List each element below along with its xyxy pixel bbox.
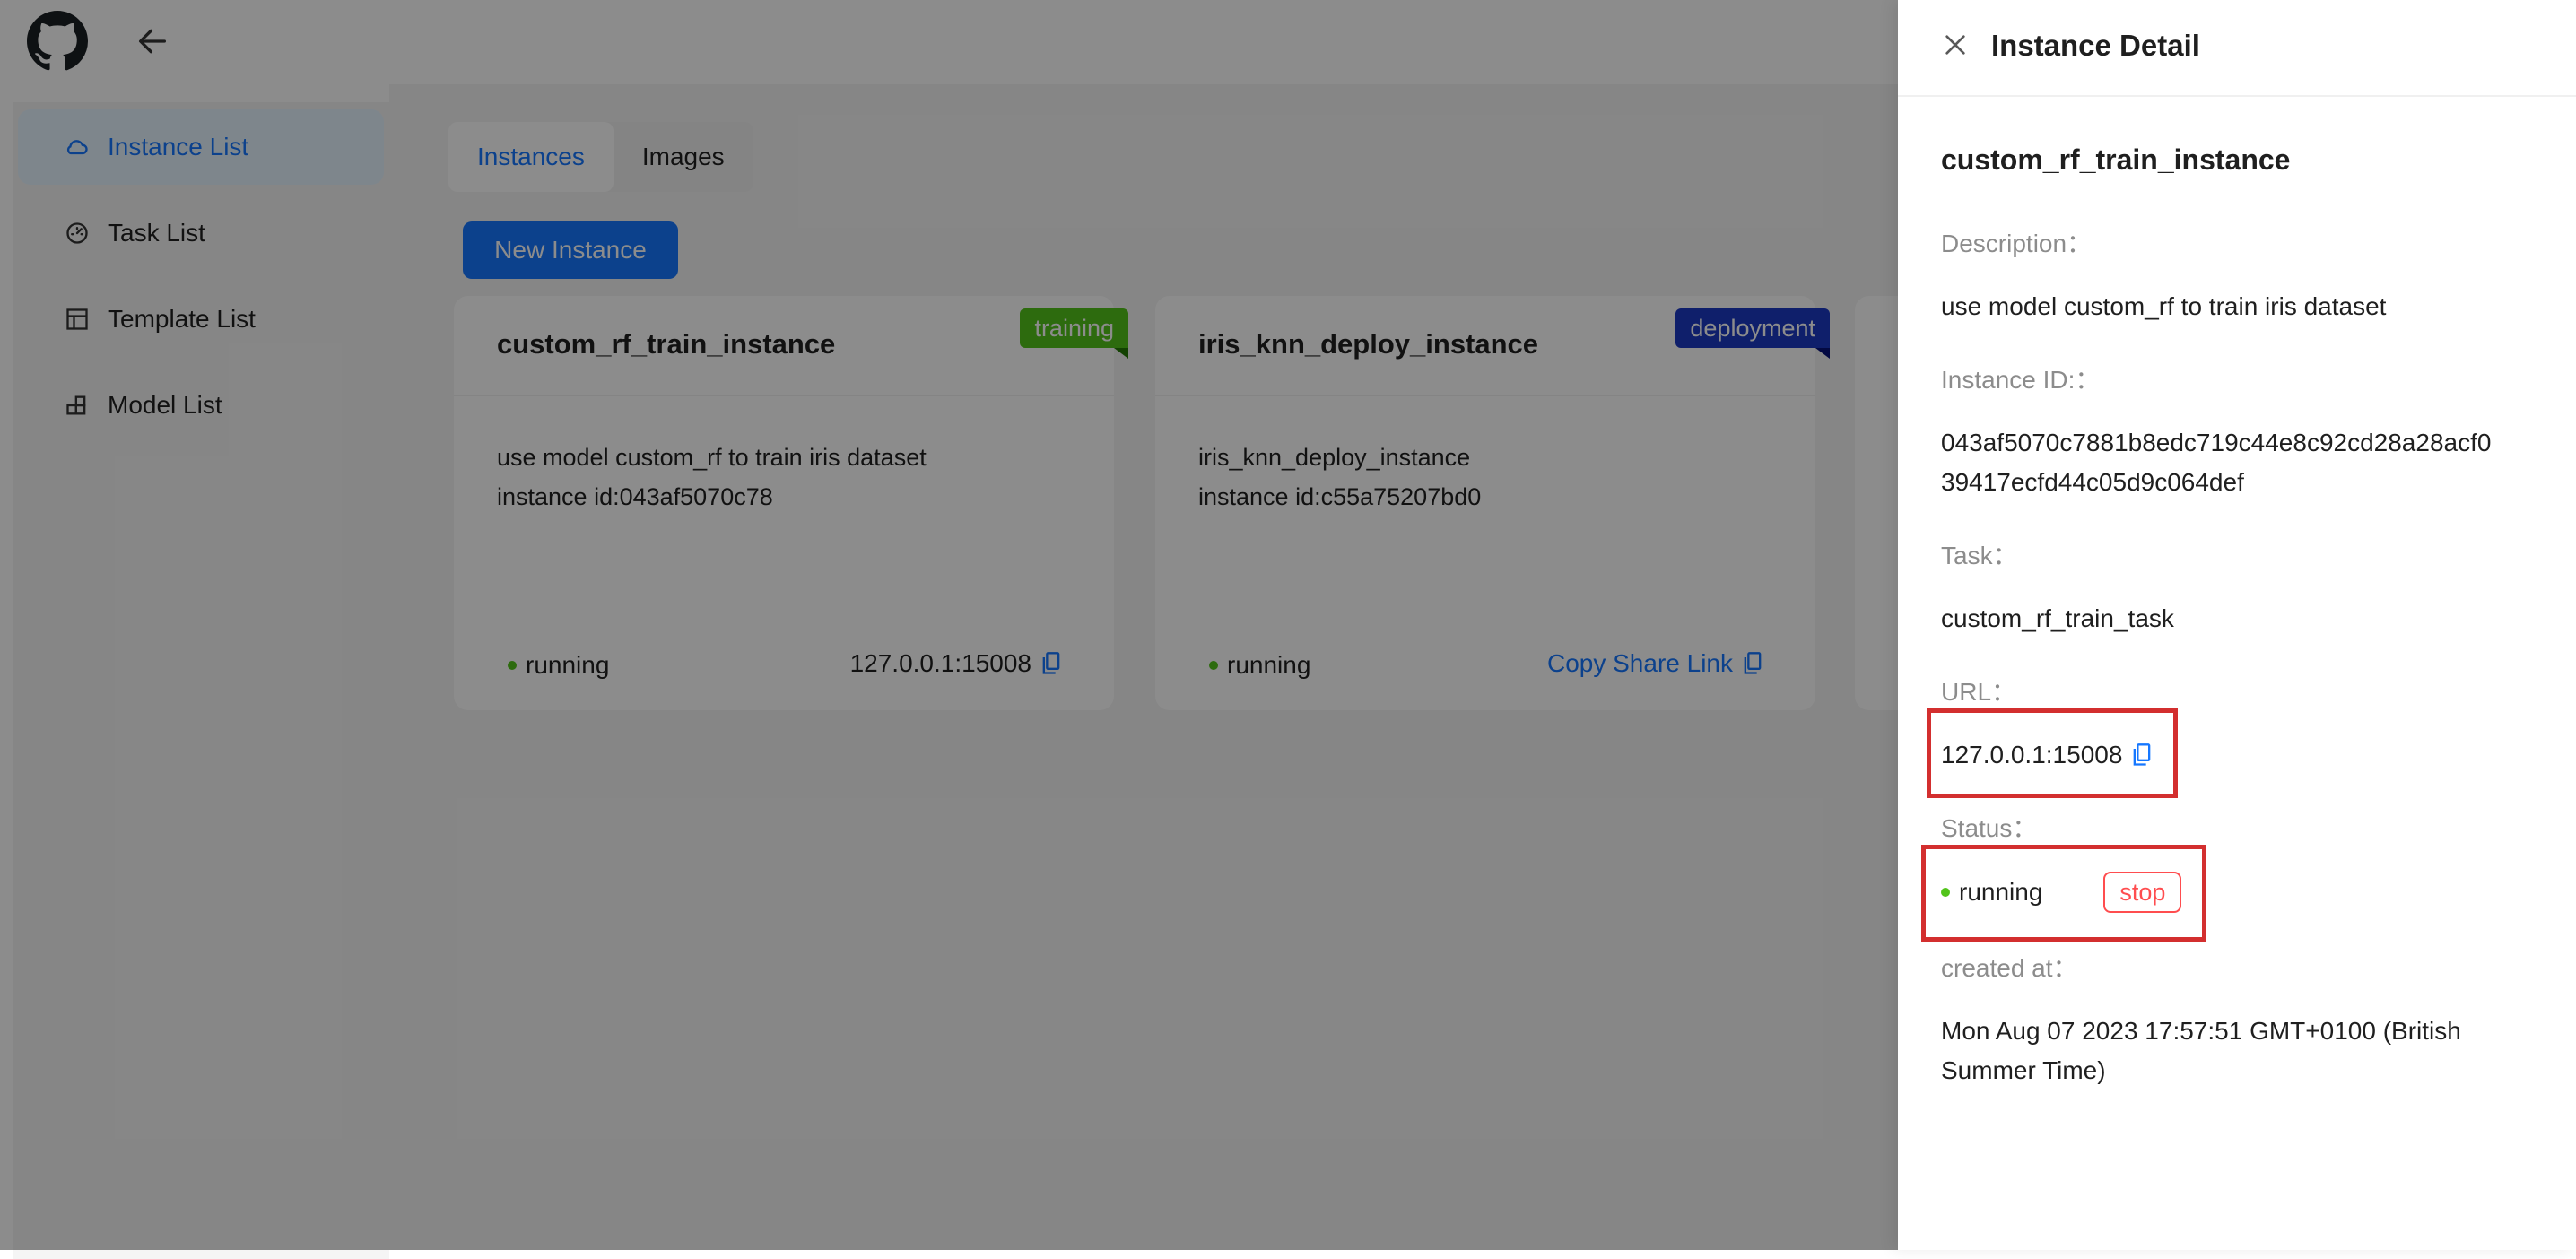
instance-detail-drawer: Instance Detail custom_rf_train_instance… [1898,0,2576,1250]
task-label: Task： [1941,542,2018,569]
instance-id-line: 39417ecfd44c05d9c064def [1941,468,2244,496]
created-at-line: Summer Time) [1941,1056,2106,1084]
app-root: Instance List Task List Template List Mo… [0,0,2576,1259]
task-value: custom_rf_train_task [1941,604,2174,632]
status-value: running stop [1941,872,2182,913]
close-icon[interactable] [1941,30,1970,59]
status-text: running [1959,878,2043,906]
drawer-header: Instance Detail [1898,0,2576,97]
drawer-title: Instance Detail [1991,29,2200,62]
status-dot [1941,888,1950,897]
created-at-label: created at： [1941,954,2078,982]
instance-id-line: 043af5070c7881b8edc719c44e8c92cd28a28acf… [1941,429,2492,456]
instance-name: custom_rf_train_instance [1941,143,2291,176]
instance-id-value: 043af5070c7881b8edc719c44e8c92cd28a28acf… [1941,423,2491,502]
description-value: use model custom_rf to train iris datase… [1941,292,2387,320]
copy-icon[interactable] [2131,742,2153,768]
url-text: 127.0.0.1:15008 [1941,741,2123,768]
created-at-line: Mon Aug 07 2023 17:57:51 GMT+0100 (Briti… [1941,1017,2461,1045]
instance-id-label: Instance ID:： [1941,366,2101,394]
status-label: Status： [1941,814,2038,842]
url-label: URL： [1941,678,2017,706]
url-value: 127.0.0.1:15008 [1941,735,2153,775]
stop-button[interactable]: stop [2103,872,2182,913]
description-label: Description： [1941,230,2093,257]
created-at-value: Mon Aug 07 2023 17:57:51 GMT+0100 (Briti… [1941,1012,2461,1090]
